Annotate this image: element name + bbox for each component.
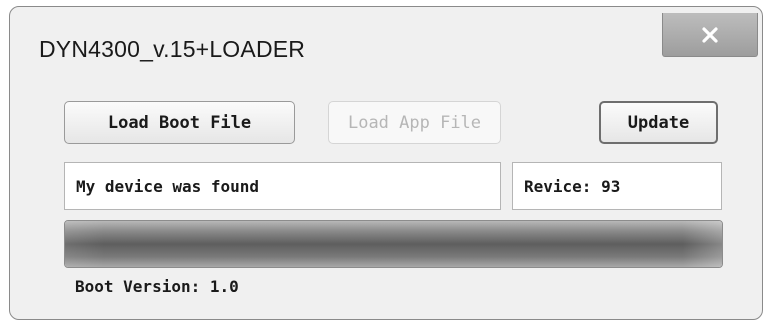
window-title: DYN4300_v.15+LOADER bbox=[39, 36, 306, 62]
boot-version-label: Boot Version: 1.0 bbox=[75, 277, 239, 296]
load-app-file-button: Load App File bbox=[328, 101, 501, 144]
status-message-field: My device was found bbox=[64, 162, 501, 210]
close-icon bbox=[702, 26, 718, 43]
progress-bar-fill bbox=[65, 221, 722, 267]
revice-field: Revice: 93 bbox=[512, 162, 722, 210]
loader-window: DYN4300_v.15+LOADER Load Boot File Load … bbox=[9, 6, 763, 320]
load-boot-file-button[interactable]: Load Boot File bbox=[64, 101, 295, 144]
close-button[interactable] bbox=[662, 13, 758, 57]
update-button[interactable]: Update bbox=[599, 101, 718, 144]
progress-bar bbox=[64, 220, 723, 268]
